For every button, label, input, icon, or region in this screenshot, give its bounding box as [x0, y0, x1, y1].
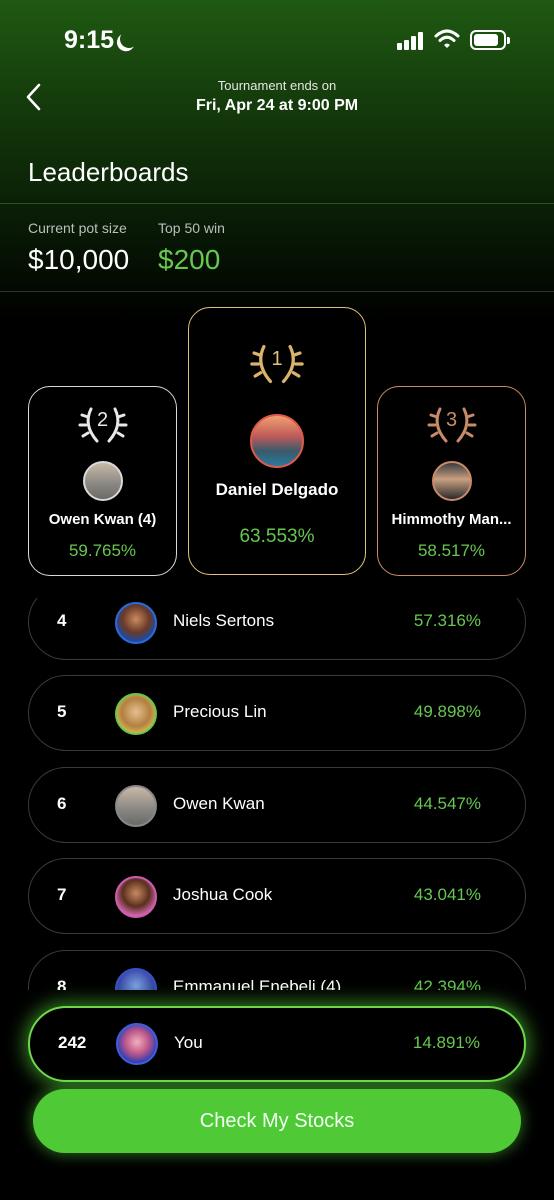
- top-win-label: Top 50 win: [158, 220, 225, 236]
- tournament-end-date: Fri, Apr 24 at 9:00 PM: [195, 97, 359, 114]
- row-name: Emmanuel Enebeli (4): [173, 977, 342, 990]
- current-user-row[interactable]: 242 You 14.891%: [28, 1006, 526, 1082]
- row-name: Owen Kwan: [173, 794, 265, 813]
- row-rank: 7: [57, 885, 67, 904]
- page-title: Leaderboards: [28, 157, 189, 187]
- signal-icon: [397, 32, 427, 50]
- row-rank: 8: [57, 977, 67, 990]
- list-item[interactable]: 5 Precious Lin 49.898%: [28, 675, 526, 751]
- list-item[interactable]: 6 Owen Kwan 44.547%: [28, 767, 526, 843]
- row-percent: 44.547%: [413, 794, 481, 813]
- row-percent: 57.316%: [413, 611, 481, 630]
- row-name: You: [174, 1033, 203, 1052]
- pot-size-value: $10,000: [28, 244, 130, 275]
- wifi-icon: [434, 29, 460, 48]
- row-name: Joshua Cook: [173, 885, 273, 904]
- avatar: [115, 693, 157, 735]
- player-name: Daniel Delgado: [215, 480, 339, 499]
- avatar: [250, 414, 304, 468]
- row-name: Precious Lin: [173, 702, 267, 721]
- avatar: [431, 461, 472, 501]
- podium-first[interactable]: 1 Daniel Delgado 63.553%: [188, 307, 366, 575]
- player-name: Himmothy Man...: [391, 511, 512, 528]
- row-percent: 43.041%: [413, 885, 481, 904]
- row-percent: 49.898%: [413, 702, 481, 721]
- avatar: [115, 968, 157, 990]
- podium-second[interactable]: 2 Owen Kwan (4) 59.765%: [28, 386, 177, 576]
- player-percent: 63.553%: [239, 526, 315, 547]
- check-my-stocks-button[interactable]: Check My Stocks: [33, 1089, 521, 1153]
- pot-size-label: Current pot size: [28, 220, 127, 236]
- top-win-value: $200: [158, 244, 221, 275]
- divider: [0, 291, 554, 292]
- list-item[interactable]: 4 Niels Sertons 57.316%: [28, 598, 526, 660]
- avatar: [115, 602, 157, 644]
- row-percent: 42.394%: [413, 977, 481, 990]
- list-item[interactable]: 8 Emmanuel Enebeli (4) 42.394%: [28, 950, 526, 990]
- player-percent: 59.765%: [68, 541, 137, 560]
- avatar: [115, 876, 157, 918]
- row-rank: 4: [57, 611, 67, 630]
- row-rank: 6: [57, 794, 67, 813]
- leaderboard-list[interactable]: 4 Niels Sertons 57.316% 5 Precious Lin 4…: [0, 598, 554, 990]
- rank-number: 2: [96, 409, 109, 431]
- rank-number: 3: [445, 409, 458, 431]
- avatar: [82, 461, 123, 501]
- battery-icon: [470, 30, 510, 50]
- player-percent: 58.517%: [417, 541, 486, 560]
- rank-number: 1: [271, 348, 283, 370]
- row-rank: 5: [57, 702, 67, 721]
- player-name: Owen Kwan (4): [48, 511, 157, 528]
- podium-third[interactable]: 3 Himmothy Man... 58.517%: [377, 386, 526, 576]
- divider: [0, 203, 554, 204]
- row-name: Niels Sertons: [173, 611, 275, 630]
- list-item[interactable]: 7 Joshua Cook 43.041%: [28, 858, 526, 934]
- status-bar: 9:15: [0, 0, 554, 88]
- avatar: [115, 785, 157, 827]
- tournament-end-label: Tournament ends on: [217, 78, 337, 93]
- status-time: 9:15: [64, 26, 115, 54]
- moon-icon: [117, 27, 140, 50]
- row-rank: 242: [58, 1033, 87, 1052]
- avatar: [116, 1023, 158, 1065]
- row-percent: 14.891%: [412, 1033, 480, 1052]
